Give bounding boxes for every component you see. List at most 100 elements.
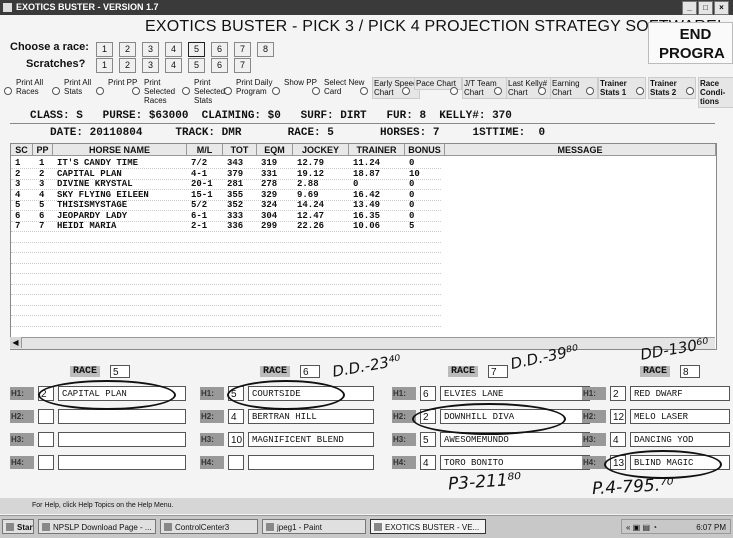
race-number-box[interactable]: 5 xyxy=(110,365,130,378)
close-button[interactable]: × xyxy=(714,1,729,15)
pick-number-field[interactable]: 4 xyxy=(610,432,626,447)
pick-horse-field[interactable]: RED DWARF xyxy=(630,386,730,401)
table-cell: 10.06 xyxy=(353,221,381,231)
scratch-button-1[interactable]: 1 xyxy=(96,58,113,73)
radio-icon[interactable] xyxy=(182,87,190,95)
pick-number-field[interactable]: 10 xyxy=(228,432,244,447)
column-header-bonus[interactable]: BONUS xyxy=(405,144,445,156)
race-button-8[interactable]: 8 xyxy=(257,42,274,57)
task-controlcenter[interactable]: ControlCenter3 xyxy=(160,519,258,534)
race-button-2[interactable]: 2 xyxy=(119,42,136,57)
radio-icon[interactable] xyxy=(538,87,546,95)
start-button[interactable]: Start xyxy=(2,519,34,534)
table-cell: 331 xyxy=(261,168,278,179)
race-number-box[interactable]: 8 xyxy=(680,365,700,378)
column-header-pp[interactable]: PP xyxy=(33,144,53,156)
scroll-left-icon[interactable]: ◀ xyxy=(10,337,22,348)
pick-slot-label: H1: xyxy=(392,387,416,400)
grid-line xyxy=(11,325,441,327)
pick-horse-field[interactable]: TORO BONITO xyxy=(440,455,590,470)
grid-line xyxy=(11,210,441,211)
race-label-7: RACE xyxy=(448,366,479,377)
radio-icon[interactable] xyxy=(686,87,694,95)
scratch-button-2[interactable]: 2 xyxy=(119,58,136,73)
radio-icon[interactable] xyxy=(312,87,320,95)
scratch-button-5[interactable]: 5 xyxy=(188,58,205,73)
radio-icon[interactable] xyxy=(494,87,502,95)
pick-number-field[interactable] xyxy=(38,432,54,447)
pick-number-field[interactable]: 6 xyxy=(420,386,436,401)
column-header-tot[interactable]: TOT xyxy=(223,144,257,156)
table-cell: 4-1 xyxy=(191,168,208,179)
radio-icon[interactable] xyxy=(586,87,594,95)
minimize-button[interactable]: _ xyxy=(682,1,697,15)
pick-number-field[interactable] xyxy=(38,455,54,470)
window-controls: _ □ × xyxy=(682,1,729,15)
column-header-message[interactable]: MESSAGE xyxy=(445,144,716,156)
table-cell: 2 xyxy=(39,168,45,179)
scratch-button-7[interactable]: 7 xyxy=(234,58,251,73)
radio-icon[interactable] xyxy=(636,87,644,95)
radio-icon[interactable] xyxy=(52,87,60,95)
scratch-button-3[interactable]: 3 xyxy=(142,58,159,73)
table-cell: 9.69 xyxy=(297,189,319,200)
pick-horse-field[interactable] xyxy=(58,432,186,447)
pick-slot-label: H4: xyxy=(10,456,34,469)
table-cell: 336 xyxy=(227,221,244,231)
pick-horse-field[interactable] xyxy=(58,455,186,470)
pick-horse-field[interactable]: ELVIES LANE xyxy=(440,386,590,401)
pick-horse-field[interactable] xyxy=(248,455,374,470)
task-exotics-buster[interactable]: EXOTICS BUSTER - VE... xyxy=(370,519,486,534)
race-button-4[interactable]: 4 xyxy=(165,42,182,57)
pick-number-field[interactable]: 5 xyxy=(420,432,436,447)
column-header-horsename[interactable]: HORSE NAME xyxy=(53,144,187,156)
race-button-7[interactable]: 7 xyxy=(234,42,251,57)
radio-icon[interactable] xyxy=(402,87,410,95)
task-paint[interactable]: jpeg1 - Paint xyxy=(262,519,366,534)
race-number-box[interactable]: 7 xyxy=(488,365,508,378)
end-program-button[interactable]: END PROGRA xyxy=(648,22,733,64)
pick-horse-field[interactable]: DANCING YOD xyxy=(630,432,730,447)
race-button-6[interactable]: 6 xyxy=(211,42,228,57)
tray-icons[interactable]: « ▣ ▤ ◔ xyxy=(626,520,657,535)
task-npslp[interactable]: NPSLP Download Page - ... xyxy=(38,519,156,534)
pick-number-field[interactable]: 2 xyxy=(610,386,626,401)
horse-table[interactable]: SC PP HORSE NAME M/L TOT EQM JOCKEY TRAINER BONU… xyxy=(10,143,717,350)
pick-horse-field[interactable]: MAGNIFICENT BLEND xyxy=(248,432,374,447)
radio-icon[interactable] xyxy=(132,87,140,95)
pick-number-field[interactable] xyxy=(38,409,54,424)
radio-icon[interactable] xyxy=(4,87,12,95)
race-button-5[interactable]: 5 xyxy=(188,42,205,57)
table-cell: 0 xyxy=(409,200,415,210)
pick-horse-field[interactable]: AWESOMEMUNDO xyxy=(440,432,590,447)
grid-line xyxy=(11,283,441,285)
scratch-button-4[interactable]: 4 xyxy=(165,58,182,73)
pick-horse-field[interactable]: MELO LASER xyxy=(630,409,730,424)
column-header-ml[interactable]: M/L xyxy=(187,144,223,156)
pick-number-field[interactable] xyxy=(228,455,244,470)
race-number-box[interactable]: 6 xyxy=(300,365,320,378)
pick-number-field[interactable]: 4 xyxy=(420,455,436,470)
radio-icon[interactable] xyxy=(360,87,368,95)
pick-number-field[interactable]: 4 xyxy=(228,409,244,424)
column-header-sc[interactable]: SC xyxy=(11,144,33,156)
column-header-trainer[interactable]: TRAINER xyxy=(349,144,405,156)
race-button-3[interactable]: 3 xyxy=(142,42,159,57)
pick-horse-field[interactable] xyxy=(58,409,186,424)
table-cell: 2-1 xyxy=(191,221,208,231)
horizontal-scrollbar[interactable] xyxy=(10,337,715,349)
pick-slot-label: H3: xyxy=(582,433,606,446)
race-button-1[interactable]: 1 xyxy=(96,42,113,57)
radio-icon[interactable] xyxy=(272,87,280,95)
maximize-button[interactable]: □ xyxy=(698,1,713,15)
radio-icon[interactable] xyxy=(96,87,104,95)
column-header-jockey[interactable]: JOCKEY xyxy=(293,144,349,156)
pick-number-field[interactable]: 12 xyxy=(610,409,626,424)
column-header-eqm[interactable]: EQM xyxy=(257,144,293,156)
pick-horse-field[interactable]: BERTRAN HILL xyxy=(248,409,374,424)
scratch-button-6[interactable]: 6 xyxy=(211,58,228,73)
radio-icon[interactable] xyxy=(224,87,232,95)
table-cell: 324 xyxy=(261,200,278,210)
info-divider xyxy=(10,123,715,124)
radio-icon[interactable] xyxy=(450,87,458,95)
